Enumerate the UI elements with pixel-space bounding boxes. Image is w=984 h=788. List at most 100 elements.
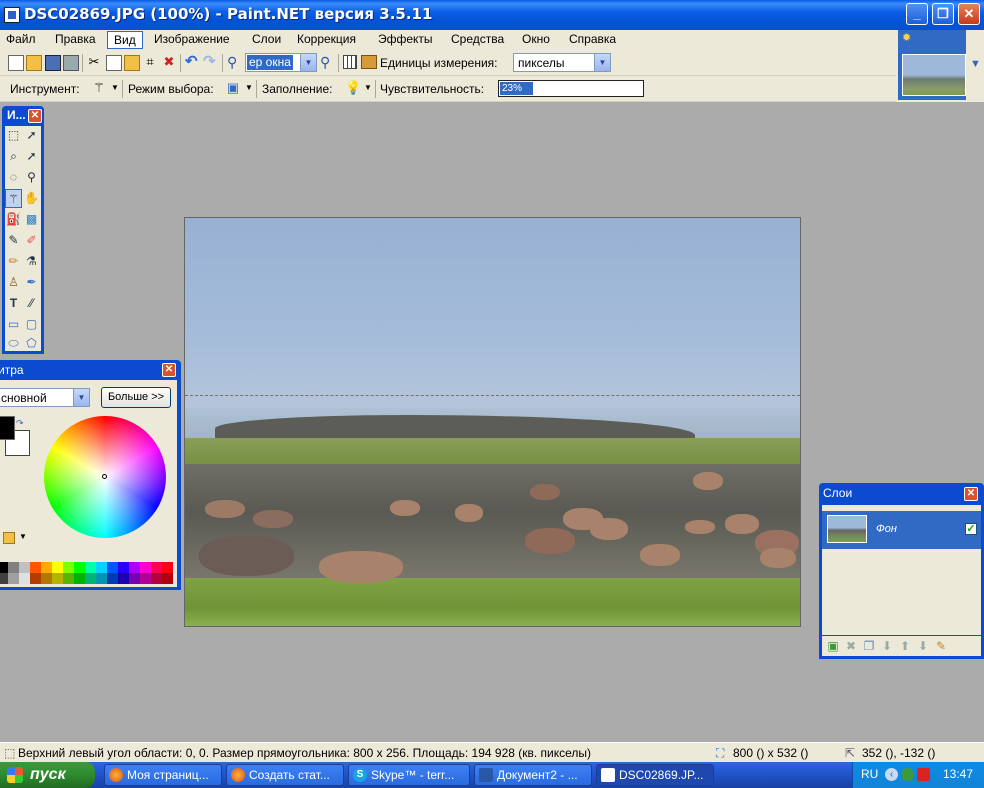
move-layer-down-icon[interactable]: ⬇ (916, 639, 930, 653)
layers-window-caption[interactable]: Слои (823, 486, 852, 500)
swap-colors-icon[interactable]: ↷ (16, 418, 24, 429)
palette-swatch[interactable] (41, 562, 52, 573)
palette-swatch[interactable] (19, 573, 30, 584)
menu-adjustments[interactable]: Коррекция (291, 31, 362, 49)
eraser-icon[interactable]: ✐ (23, 231, 40, 250)
palette-window-caption[interactable]: итра (0, 360, 181, 380)
layers-close-button[interactable]: ✕ (964, 487, 978, 501)
ellipse-select-icon[interactable]: ◌ (5, 168, 22, 187)
taskbar-item[interactable]: Документ2 - ... (474, 764, 592, 786)
menu-file[interactable]: Файл (0, 31, 42, 49)
open-file-icon[interactable] (26, 55, 42, 71)
redo-icon[interactable]: ↷ (203, 54, 219, 71)
maximize-button[interactable]: ❐ (932, 3, 954, 25)
palette-swatch[interactable] (140, 562, 151, 573)
color-wheel[interactable] (44, 416, 166, 538)
tools-close-button[interactable]: ✕ (28, 109, 42, 123)
deselect-icon[interactable]: ✖ (162, 55, 176, 71)
cut-icon[interactable]: ✂ (87, 55, 101, 71)
palette-swatch[interactable] (140, 573, 151, 584)
chevron-down-icon[interactable]: ▼ (108, 81, 122, 97)
palette-swatch[interactable] (8, 562, 19, 573)
network-icon[interactable] (901, 768, 914, 781)
taskbar-item[interactable]: Создать стат... (226, 764, 344, 786)
layer-properties-icon[interactable]: ✎ (934, 639, 948, 653)
layer-visibility-checkbox[interactable]: ✓ (965, 523, 977, 535)
text-icon[interactable]: T (5, 294, 22, 313)
line-curve-icon[interactable]: ⁄⁄ (23, 294, 40, 313)
zoom-in-icon[interactable]: ⚲ (320, 55, 336, 71)
menu-layers[interactable]: Слои (246, 31, 287, 49)
rounded-rectangle-icon[interactable]: ▢ (23, 315, 40, 334)
pan-hand-icon[interactable]: ✋ (23, 189, 40, 208)
color-picker-icon[interactable]: ⚗ (23, 252, 40, 271)
palette-swatch[interactable] (85, 562, 96, 573)
minimize-button[interactable]: _ (906, 3, 928, 25)
color-mode-combo[interactable]: сновной ▼ (0, 388, 90, 407)
palette-swatch[interactable] (52, 573, 63, 584)
paint-bucket-icon[interactable]: ⛽ (5, 210, 22, 229)
palette-swatch[interactable] (30, 573, 41, 584)
chevron-down-icon[interactable]: ▼ (361, 81, 375, 97)
palette-swatches[interactable] (0, 562, 173, 584)
palette-swatch[interactable] (74, 573, 85, 584)
move-selected-pixels-icon[interactable]: ➚ (23, 126, 40, 145)
crop-icon[interactable]: ⌗ (143, 55, 157, 71)
sensitivity-slider[interactable]: 23% (498, 80, 644, 97)
flood-mode-icon[interactable]: 💡 (345, 81, 361, 97)
palette-swatch[interactable] (107, 562, 118, 573)
chevron-down-icon[interactable]: ▼ (19, 532, 27, 541)
move-layer-up-icon[interactable]: ⬆ (898, 639, 912, 653)
chevron-down-icon[interactable]: ▼ (242, 81, 256, 97)
delete-layer-icon[interactable]: ✖ (844, 639, 858, 653)
palette-swatch[interactable] (118, 573, 129, 584)
palette-swatch[interactable] (151, 562, 162, 573)
chevron-down-icon[interactable]: ▼ (73, 389, 89, 406)
close-button[interactable]: ✕ (958, 3, 980, 25)
palette-swatch[interactable] (162, 562, 173, 573)
palette-swatch[interactable] (85, 573, 96, 584)
recolor-icon[interactable]: ✒ (23, 273, 40, 292)
taskbar-item-active[interactable]: DSC02869.JP... (596, 764, 714, 786)
palette-swatch[interactable] (52, 562, 63, 573)
palette-swatch[interactable] (118, 562, 129, 573)
palette-swatch[interactable] (107, 573, 118, 584)
menu-window[interactable]: Окно (516, 31, 556, 49)
palette-swatch[interactable] (63, 573, 74, 584)
freeform-shape-icon[interactable]: ⬠ (23, 334, 40, 353)
image-thumbnail[interactable] (902, 54, 966, 96)
zoom-combo[interactable]: ер окна ▼ (245, 53, 317, 72)
menu-help[interactable]: Справка (563, 31, 622, 49)
copy-icon[interactable] (106, 55, 122, 71)
menu-utilities[interactable]: Средства (445, 31, 510, 49)
taskbar-item[interactable]: S Skype™ - terr... (348, 764, 470, 786)
palette-swatch[interactable] (96, 562, 107, 573)
palette-swatch[interactable] (151, 573, 162, 584)
rectangle-select-icon[interactable]: ⬚ (5, 126, 22, 145)
palette-swatch[interactable] (74, 562, 85, 573)
merge-layer-down-icon[interactable]: ⬇ (880, 639, 894, 653)
taskbar-item[interactable]: Моя страниц... (104, 764, 222, 786)
more-button[interactable]: Больше >> (101, 387, 171, 408)
palette-swatch[interactable] (19, 562, 30, 573)
clone-stamp-icon[interactable]: ♙ (5, 273, 22, 292)
antivirus-icon[interactable] (917, 768, 930, 781)
menu-image[interactable]: Изображение (148, 31, 236, 49)
palette-swatch[interactable] (0, 573, 8, 584)
expand-tray-icon[interactable]: ‹ (885, 768, 898, 781)
chevron-down-icon[interactable]: ▼ (594, 54, 610, 71)
zoom-icon[interactable]: ⚲ (23, 168, 40, 187)
menu-effects[interactable]: Эффекты (372, 31, 439, 49)
rectangle-icon[interactable]: ▭ (5, 315, 22, 334)
chevron-down-icon[interactable]: ▼ (300, 54, 316, 71)
paste-icon[interactable] (124, 55, 140, 71)
units-combo[interactable]: пикселы ▼ (513, 53, 611, 72)
lasso-select-icon[interactable]: ⌕ (5, 147, 22, 166)
magic-wand-icon[interactable]: ⚚ (92, 81, 106, 97)
paintbrush-icon[interactable]: ✎ (5, 231, 22, 250)
zoom-out-icon[interactable]: ⚲ (227, 55, 243, 71)
duplicate-layer-icon[interactable]: ❐ (862, 639, 876, 653)
palette-swatch[interactable] (41, 573, 52, 584)
ruler-icon[interactable] (361, 55, 377, 69)
layer-row[interactable]: Фон ✓ (822, 511, 981, 549)
